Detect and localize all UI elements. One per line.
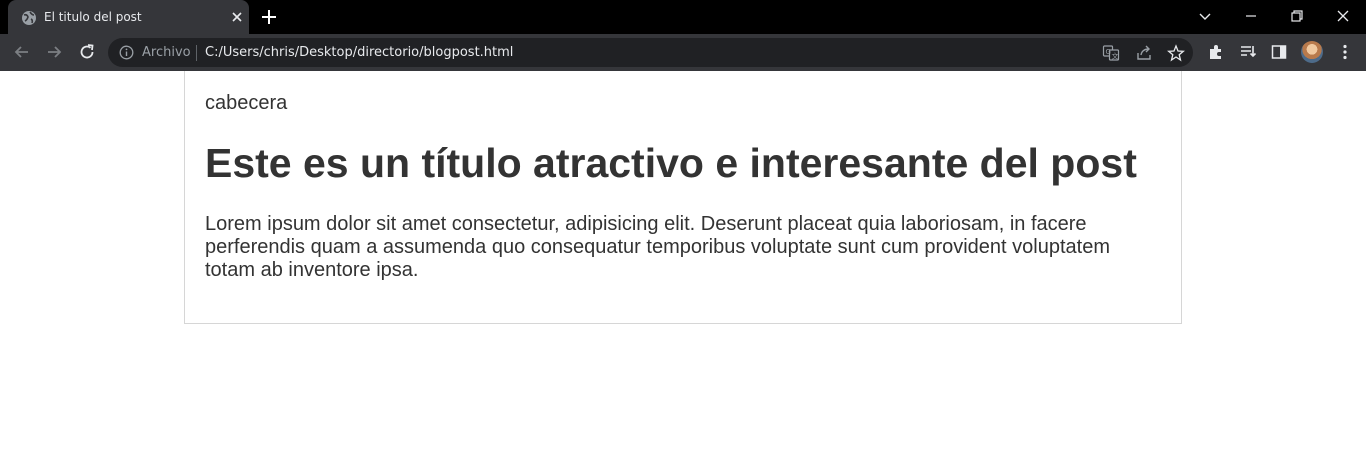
arrow-left-icon[interactable] [12,42,32,62]
star-icon[interactable] [1167,44,1185,62]
globe-icon [22,11,36,25]
reading-list-icon[interactable] [1239,43,1257,61]
minimize-icon[interactable] [1241,6,1261,26]
url-text[interactable]: C:/Users/chris/Desktop/directorio/blogpo… [205,45,513,60]
tab-strip: El titulo del post [0,0,1366,34]
translate-icon[interactable]: G 文 [1102,44,1120,62]
side-panel-icon[interactable] [1270,43,1288,61]
reload-icon[interactable] [77,42,97,62]
svg-text:文: 文 [1112,52,1119,61]
tab-title: El titulo del post [44,10,142,24]
scheme-label: Archivo [142,45,191,60]
svg-text:G: G [1106,48,1111,56]
arrow-right-icon[interactable] [44,42,64,62]
close-window-icon[interactable] [1333,6,1353,26]
restore-icon[interactable] [1287,6,1307,26]
post-body: Lorem ipsum dolor sit amet consectetur, … [205,213,1110,281]
puzzle-icon[interactable] [1207,43,1225,61]
share-icon[interactable] [1135,44,1153,62]
address-bar[interactable]: Archivo C:/Users/chris/Desktop/directori… [108,38,1193,67]
post-header: cabecera [205,92,288,114]
post-title: Este es un título atractivo e interesant… [205,140,1137,186]
kebab-menu-icon[interactable] [1336,43,1354,61]
browser-tab[interactable]: El titulo del post [8,0,249,34]
browser-toolbar: Archivo C:/Users/chris/Desktop/directori… [0,34,1366,71]
address-separator [196,45,197,61]
info-icon[interactable] [119,45,134,60]
close-tab-icon[interactable] [229,9,245,25]
new-tab-icon[interactable] [260,8,278,26]
profile-avatar[interactable] [1301,41,1323,63]
tab-search-chevron-icon[interactable] [1195,6,1215,26]
post-container: cabecera Este es un título atractivo e i… [184,71,1182,324]
